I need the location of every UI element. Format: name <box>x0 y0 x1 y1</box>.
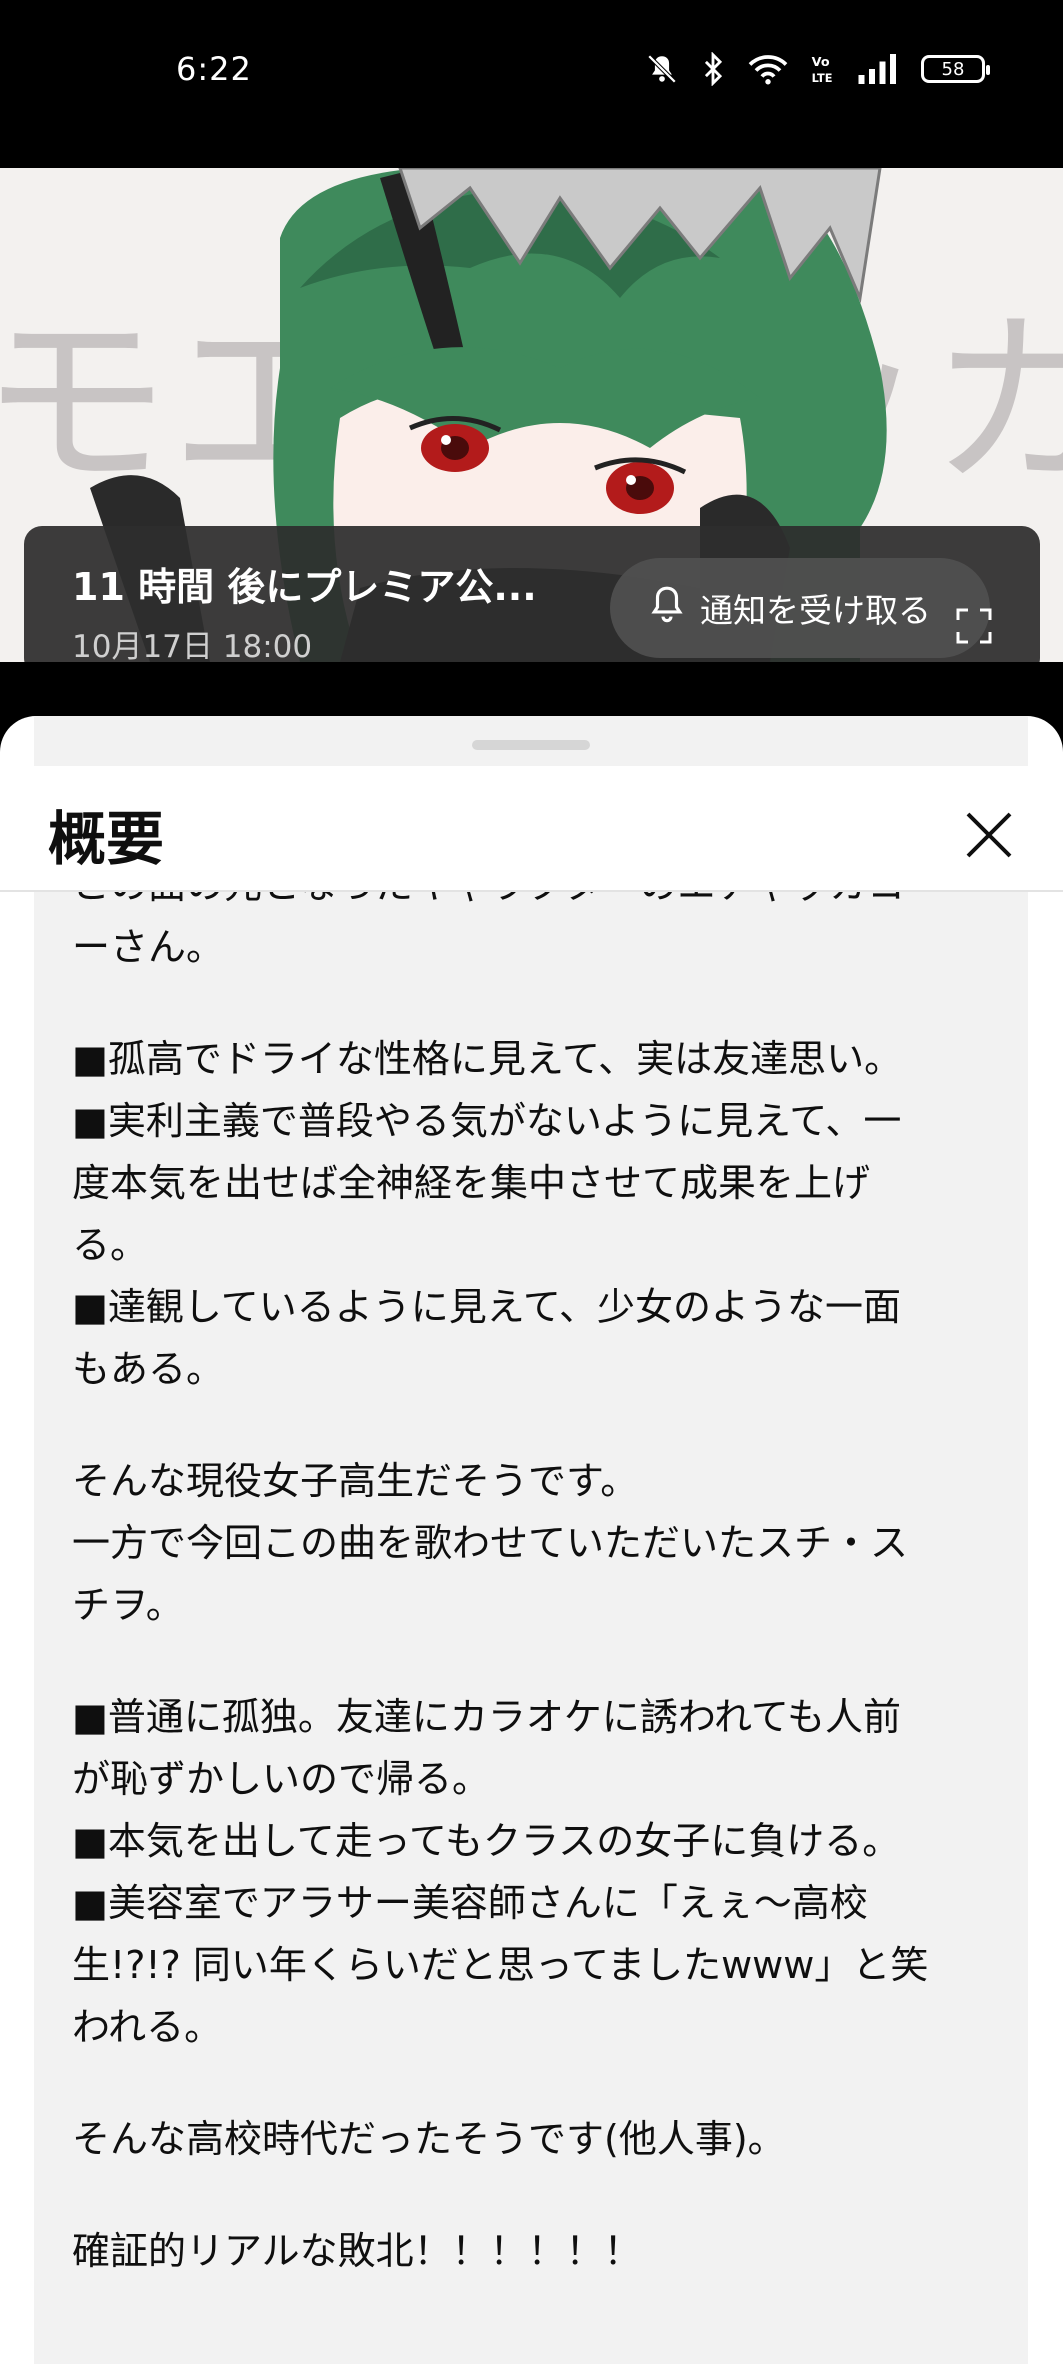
sheet-title: 概要 <box>48 805 165 873</box>
description-body: この曲の元となったキャラクターのエチャッカコーさん。■孤高でドライな性格に見えて… <box>34 716 1028 2364</box>
svg-text:Vo: Vo <box>812 55 830 70</box>
description-line: ■美容室でアラサー美容師さんに「えぇ～高校 <box>72 1881 868 1925</box>
description-line: われる。 <box>72 2005 223 2049</box>
description-line: 一方で今回この曲を歌わせていただいたスチ・ス <box>72 1521 909 1565</box>
description-line: ーさん。 <box>72 925 225 969</box>
mute-icon <box>645 52 679 86</box>
status-bar: 6:22 Vo LTE 58 <box>0 0 1063 168</box>
description-gap <box>72 1636 1022 1686</box>
description-gap <box>72 2170 1022 2220</box>
premiere-title: 11 時間 後にプレミア公... <box>72 565 537 609</box>
description-line: 生!?!? 同い年くらいだと思ってましたwww」と笑 <box>72 1943 929 1987</box>
description-line: が恥ずかしいので帰る。 <box>72 1757 491 1801</box>
battery-level: 58 <box>941 58 965 80</box>
close-button[interactable] <box>960 806 1018 864</box>
description-text: この曲の元となったキャラクターのエチャッカコーさん。■孤高でドライな性格に見えて… <box>72 854 1022 2282</box>
description-line: ■達観しているように見えて、少女のような一面 <box>72 1285 901 1329</box>
description-gap <box>72 978 1022 1028</box>
description-gap <box>72 2058 1022 2108</box>
description-line: そんな高校時代だったそうです(他人事)。 <box>72 2117 786 2161</box>
close-icon <box>966 812 1012 858</box>
sheet-header: 概要 <box>0 766 1063 892</box>
volte-icon: Vo LTE <box>811 52 835 86</box>
status-time: 6:22 <box>176 50 252 88</box>
description-sheet: 概要 この曲の元となったキャラクターのエチャッカコーさん。■孤高でドライな性格に… <box>0 716 1063 2364</box>
bluetooth-icon <box>701 52 725 86</box>
video-bottom-bar <box>0 662 1063 716</box>
fullscreen-icon[interactable] <box>956 608 992 644</box>
description-line: ■本気を出して走ってもクラスの女子に負ける。 <box>72 1819 901 1863</box>
description-line: 度本気を出せば全神経を集中させて成果を上げ <box>72 1161 871 1205</box>
description-line: る。 <box>72 1223 149 1267</box>
bell-icon <box>648 583 686 633</box>
description-line: ■孤高でドライな性格に見えて、実は友達思い。 <box>72 1037 903 1081</box>
wifi-icon <box>747 52 789 86</box>
description-line: そんな現役女子高生だそうです。 <box>72 1459 639 1503</box>
premiere-date: 10月17日 18:00 <box>72 629 313 662</box>
battery-icon: 58 <box>921 55 990 83</box>
notify-button[interactable]: 通知を受け取る <box>610 558 990 658</box>
svg-text:LTE: LTE <box>812 71 833 85</box>
signal-icon <box>857 52 899 86</box>
description-line: チヲ。 <box>72 1583 184 1627</box>
description-gap <box>72 1400 1022 1450</box>
description-line: ■普通に孤独。友達にカラオケに誘われても人前 <box>72 1695 901 1739</box>
notify-label: 通知を受け取る <box>700 591 931 630</box>
drag-handle[interactable] <box>472 740 590 750</box>
video-player[interactable]: モエチャッカファイア 11 時間 後にプレミア公... 10月17日 18:00… <box>0 168 1063 662</box>
description-line: もある。 <box>72 1347 225 1391</box>
description-line: ■実利主義で普段やる気がないように見えて、一 <box>72 1099 902 1143</box>
description-line: 確証的リアルな敗北！！！！！！ <box>72 2229 642 2273</box>
status-icons: Vo LTE 58 <box>645 52 990 86</box>
